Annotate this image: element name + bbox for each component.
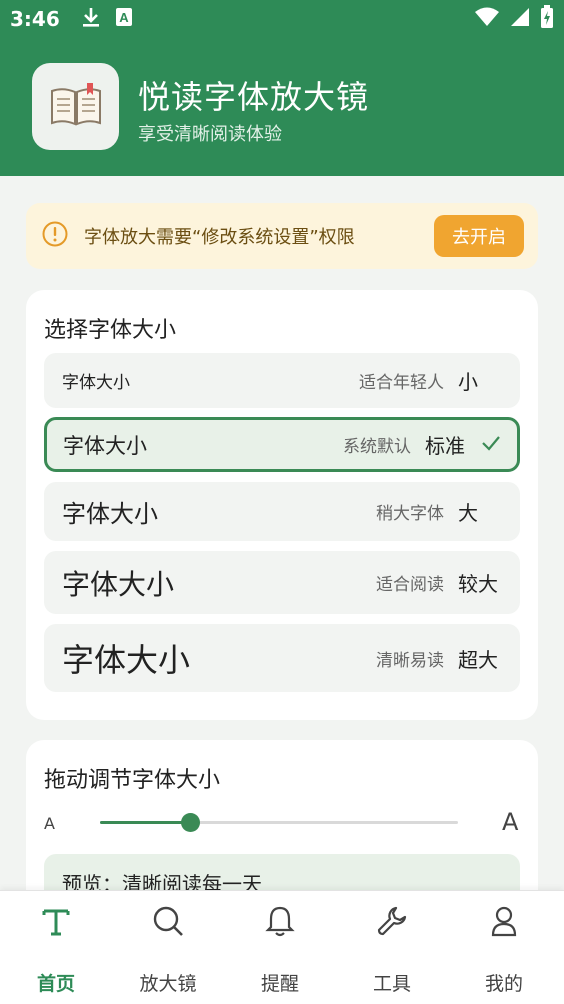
nav-label: 我的 (484, 973, 523, 995)
font-option-sample: 字体大小 (62, 641, 191, 679)
font-size-card-title: 选择字体大小 (44, 318, 177, 343)
nav-item-magnifier[interactable]: 放大镜 (112, 891, 224, 1004)
enable-permission-button[interactable]: 去开启 (434, 215, 524, 257)
a-badge-icon: A (115, 8, 132, 30)
nav-item-profile[interactable]: 我的 (448, 891, 560, 1004)
nav-label: 提醒 (260, 973, 299, 995)
nav-label: 首页 (36, 973, 75, 995)
font-option-sample: 字体大小 (62, 500, 158, 528)
app-header: 悦读字体放大镜 享受清晰阅读体验 (0, 38, 564, 176)
nav-label: 放大镜 (139, 973, 197, 995)
font-option-sample: 字体大小 (62, 373, 130, 393)
wifi-icon (474, 7, 500, 31)
status-time: 3:46 (10, 7, 60, 31)
font-option-standard[interactable]: 字体大小 系统默认 标准 (44, 417, 520, 472)
font-option-small[interactable]: 字体大小 适合年轻人 小 (44, 353, 520, 408)
font-option-desc: 适合年轻人 (359, 373, 444, 393)
checkmark-icon (481, 435, 501, 455)
slider-fill (100, 821, 190, 824)
signal-icon (510, 7, 530, 31)
font-option-sample: 字体大小 (62, 567, 175, 601)
bottom-nav: 首页 放大镜 提醒 工具 我的 (0, 890, 564, 1004)
font-option-size: 标准 (425, 434, 465, 458)
slider-min-label: A (44, 814, 55, 833)
font-option-sample: 字体大小 (63, 433, 147, 458)
font-option-desc: 系统默认 (343, 437, 411, 457)
app-subtitle: 享受清晰阅读体验 (138, 124, 282, 145)
font-size-slider[interactable] (100, 813, 458, 832)
slider-max-label: A (502, 808, 519, 836)
nav-item-home[interactable]: 首页 (0, 891, 112, 1004)
app-logo (32, 63, 119, 150)
font-option-size: 大 (458, 501, 478, 525)
slider-thumb[interactable] (180, 813, 200, 832)
app-title: 悦读字体放大镜 (138, 78, 370, 116)
text-t-icon (41, 906, 71, 940)
nav-item-reminder[interactable]: 提醒 (224, 891, 336, 1004)
bell-icon (265, 905, 295, 941)
wrench-icon (376, 905, 408, 941)
font-option-size: 小 (458, 370, 478, 394)
download-icon (82, 6, 100, 32)
status-bar: 3:46 A (0, 0, 564, 38)
magnifier-icon (152, 905, 184, 941)
font-option-larger[interactable]: 字体大小 适合阅读 较大 (44, 551, 520, 614)
font-option-desc: 清晰易读 (376, 650, 444, 671)
font-option-size: 超大 (458, 647, 498, 672)
font-option-large[interactable]: 字体大小 稍大字体 大 (44, 482, 520, 541)
font-option-desc: 适合阅读 (376, 575, 444, 595)
info-icon (42, 221, 68, 251)
font-option-size: 较大 (458, 572, 498, 596)
slider-card-title: 拖动调节字体大小 (44, 768, 221, 793)
permission-text: 字体放大需要“修改系统设置”权限 (84, 227, 355, 248)
open-book-icon (49, 82, 103, 131)
permission-banner: 字体放大需要“修改系统设置”权限 去开启 (26, 203, 538, 269)
person-icon (490, 905, 518, 941)
font-option-extra-large[interactable]: 字体大小 清晰易读 超大 (44, 624, 520, 692)
font-option-desc: 稍大字体 (376, 504, 444, 524)
nav-label: 工具 (372, 973, 411, 995)
nav-item-tools[interactable]: 工具 (336, 891, 448, 1004)
battery-charging-icon (540, 5, 554, 33)
svg-text:A: A (119, 10, 129, 25)
font-size-card: 选择字体大小 字体大小 适合年轻人 小 字体大小 系统默认 标准 字体大小 稍大… (26, 290, 538, 720)
